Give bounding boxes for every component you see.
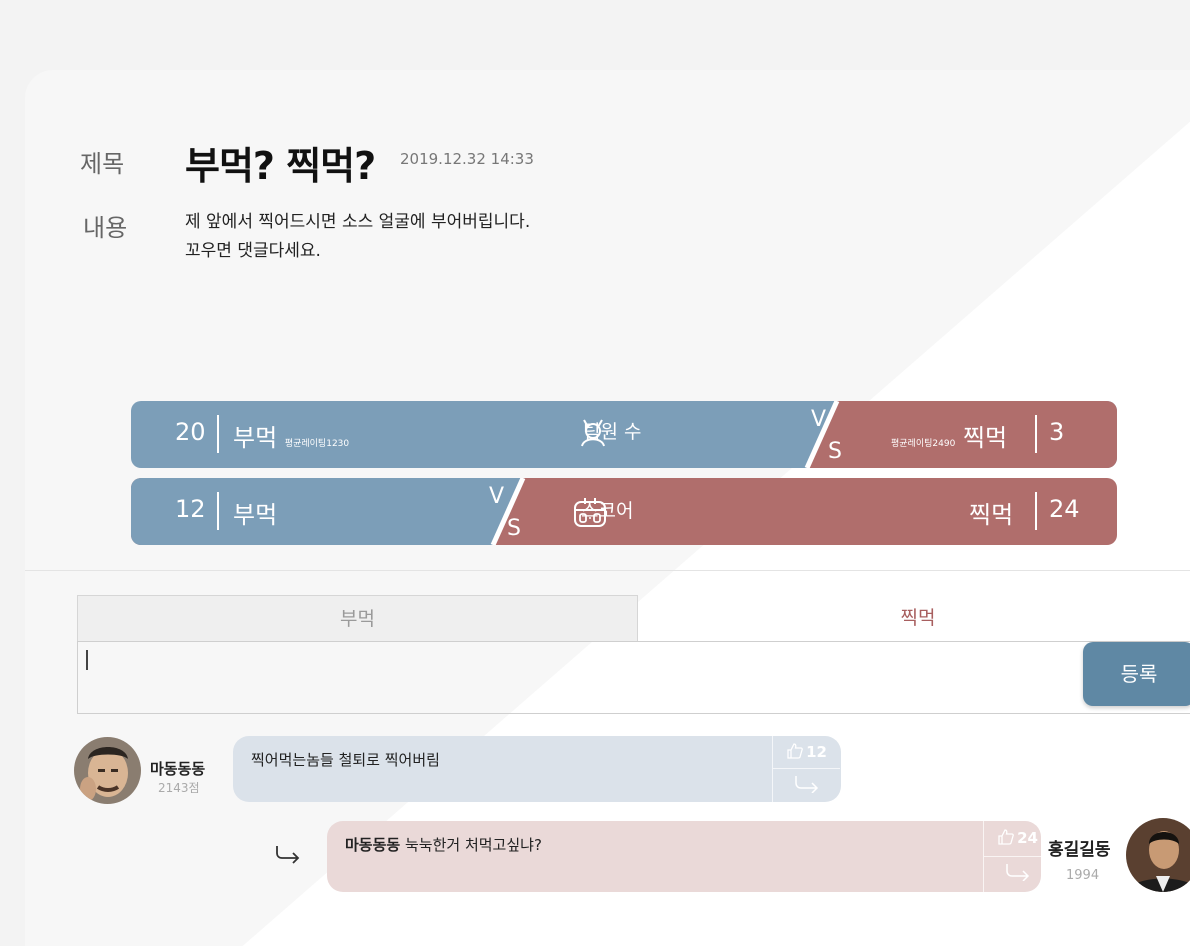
mention-author[interactable]: 마동동동	[345, 836, 400, 854]
blue-team-label: 부먹	[233, 501, 278, 529]
tab-jjikmeok[interactable]: 찍먹	[638, 595, 1190, 642]
thumbs-up-icon	[786, 742, 803, 763]
reply-button[interactable]	[773, 769, 840, 802]
reply-comment-bubble: 마동동동 눅눅한거 처먹고싶냐? 24	[327, 821, 1041, 892]
reply-text: 눅눅한거 처먹고싶냐?	[404, 836, 542, 854]
like-button[interactable]: 24	[984, 821, 1041, 857]
red-team-label: 찍먹	[962, 424, 1008, 452]
separator	[1035, 492, 1037, 530]
blue-team-label: 부먹	[233, 424, 278, 452]
red-team-rating: 평균레이팅2490	[891, 439, 956, 449]
post-content: 제 앞에서 찍어드시면 소스 얼굴에 부어버립니다. 꼬우면 댓글다세요.	[185, 208, 530, 266]
team-members-label: 팀원 수	[579, 417, 641, 447]
comment-actions: 24	[983, 821, 1041, 892]
red-team-label: 찍먹	[969, 501, 1014, 529]
comment-actions: 12	[772, 736, 840, 802]
comment-author-score: 2143점	[158, 781, 200, 795]
post-date: 2019.12.32 14:33	[400, 150, 534, 168]
blue-team-name: 부먹 평균레이팅1230	[233, 418, 349, 453]
post-title: 부먹? 찍먹?	[185, 144, 376, 188]
score-bar: 12 부먹 V S 스코어 찍먹 24	[131, 478, 1117, 545]
comment-input[interactable]	[77, 641, 1190, 714]
like-button[interactable]: 12	[773, 736, 840, 769]
blue-team-score: 12	[175, 495, 206, 523]
content-line: 꼬우면 댓글다세요.	[185, 241, 321, 261]
avatar[interactable]	[1126, 818, 1190, 892]
content-line: 제 앞에서 찍어드시면 소스 얼굴에 부어버립니다.	[185, 212, 531, 232]
reply-arrow-icon	[1005, 863, 1031, 885]
comment-text: 찍어먹는놈들 철퇴로 찍어버림	[251, 751, 440, 769]
vs-v: V	[489, 484, 505, 509]
reply-button[interactable]	[984, 857, 1041, 893]
section-divider	[25, 570, 1190, 571]
red-team-score: 24	[1049, 495, 1080, 523]
comment-author[interactable]: 홍길길동	[1048, 835, 1111, 860]
reply-arrow-icon	[794, 775, 820, 797]
separator	[217, 492, 219, 530]
red-team-count: 3	[1049, 418, 1065, 446]
vs-s: S	[507, 516, 521, 541]
separator	[1035, 415, 1037, 453]
tab-bumeok[interactable]: 부먹	[77, 595, 638, 642]
register-button[interactable]: 등록	[1083, 642, 1190, 706]
vs-s: S	[828, 439, 842, 464]
post-card: 제목 부먹? 찍먹? 2019.12.32 14:33 내용 제 앞에서 찍어드…	[25, 70, 1190, 946]
like-count: 12	[806, 743, 827, 761]
comment-author[interactable]: 마동동동	[150, 758, 205, 779]
comment-author-score: 1994	[1066, 868, 1100, 883]
comment-bubble: 찍어먹는놈들 철퇴로 찍어버림 12	[233, 736, 841, 802]
avatar[interactable]	[74, 737, 141, 804]
comment-text: 마동동동 눅눅한거 처먹고싶냐?	[345, 834, 542, 855]
vs-v: V	[811, 407, 827, 432]
like-count: 24	[1017, 829, 1038, 848]
thumbs-up-icon	[997, 828, 1014, 849]
reply-indicator-icon	[275, 845, 301, 869]
score-label: 스코어	[573, 496, 633, 527]
blue-team-count: 20	[175, 418, 206, 446]
separator	[217, 415, 219, 453]
blue-team-rating: 평균레이팅1230	[284, 439, 350, 449]
text-caret	[86, 650, 88, 670]
team-count-bar: 20 부먹 평균레이팅1230 팀원 수 V S 평균레이팅2490 찍먹 3	[131, 401, 1117, 468]
title-label: 제목	[80, 150, 125, 178]
content-label: 내용	[83, 214, 128, 242]
red-team-name: 평균레이팅2490 찍먹	[891, 418, 1007, 453]
